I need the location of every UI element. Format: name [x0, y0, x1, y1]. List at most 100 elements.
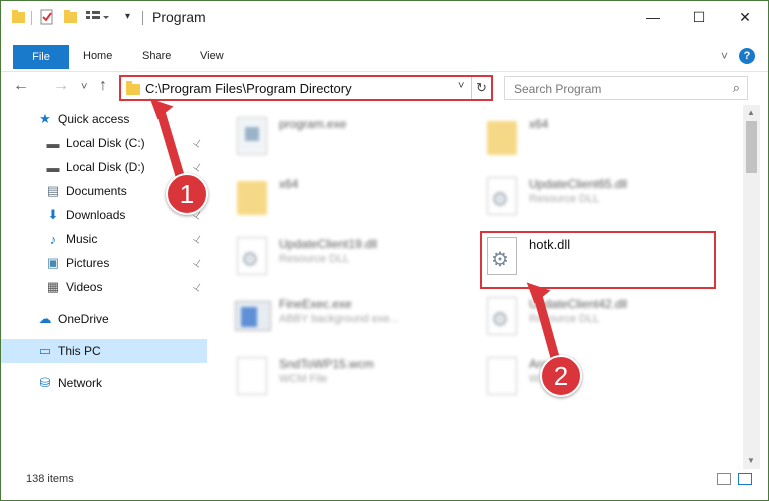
maximize-button[interactable]: ☐ [676, 1, 722, 33]
window-title: Program [152, 9, 206, 25]
search-icon[interactable]: ⌕ [733, 80, 740, 96]
large-icons-view-icon[interactable] [738, 473, 752, 485]
dll-file-icon: ⚙ [485, 177, 521, 219]
file-item[interactable]: SndToWP15.wcm WCM File [231, 353, 461, 409]
sidebar-item-label: Videos [66, 280, 103, 294]
back-button[interactable]: ← [13, 77, 29, 95]
file-name: UpdateClient42.dll [529, 297, 628, 311]
pin-icon[interactable]: ⊥ [191, 136, 204, 150]
file-item[interactable]: ⚙ UpdateClient42.dll Resource DLL [481, 293, 711, 349]
sidebar-item-label: This PC [58, 344, 101, 358]
file-item[interactable]: x64 [481, 113, 711, 169]
close-button[interactable]: ✕ [722, 1, 768, 33]
minimize-button[interactable]: — [630, 1, 676, 33]
file-name: UpdateClient19.dll [279, 237, 378, 251]
step-2-badge: 2 [540, 355, 582, 397]
details-view-icon[interactable] [717, 473, 731, 485]
address-path[interactable]: C:\Program Files\Program Directory [145, 81, 352, 96]
up-button[interactable]: ↑ [99, 77, 107, 95]
address-bar[interactable]: C:\Program Files\Program Directory ˅ ↻ [119, 75, 493, 101]
forward-button[interactable]: → [53, 77, 69, 95]
title-bar: ▾ Program — ☐ ✕ [1, 1, 768, 33]
sidebar-item[interactable]: ★ Quick access [1, 107, 207, 131]
qa-dropdown-icon[interactable]: ▾ [125, 11, 130, 27]
document-icon [235, 357, 271, 399]
properties-icon[interactable] [39, 9, 55, 25]
pin-icon[interactable]: ⊥ [191, 256, 204, 270]
videos-icon: ▦ [46, 279, 60, 294]
file-item[interactable]: Arc...ardW... [481, 353, 711, 409]
file-name: program.exe [279, 117, 347, 131]
file-item[interactable]: ⚙ UpdateClient19.dll Resource DLL [231, 233, 461, 289]
documents-icon: ▤ [46, 183, 60, 198]
exe-file-icon [235, 117, 271, 159]
file-item[interactable]: x64 [231, 173, 461, 229]
customize-qa-icon[interactable] [85, 9, 111, 25]
sidebar-item[interactable]: ♪ Music ⊥ [1, 227, 207, 251]
step-1-badge: 1 [166, 173, 208, 215]
file-type: Resource DLL [279, 253, 350, 265]
sidebar-item-label: OneDrive [58, 312, 109, 326]
title-separator [142, 11, 143, 25]
scroll-up-icon[interactable]: ▲ [747, 108, 755, 117]
new-folder-icon[interactable] [63, 9, 79, 25]
dll-file-icon: ⚙ [235, 237, 271, 279]
file-item[interactable]: FineExec.exe ABBY background exe... [231, 293, 461, 349]
status-bar: 138 items [1, 469, 768, 491]
file-name: x64 [529, 117, 549, 131]
tab-home[interactable]: Home [83, 50, 112, 62]
file-name: UpdateClient65.dll [529, 177, 628, 191]
dll-file-icon: ⚙ [485, 297, 521, 339]
folder-icon [235, 177, 271, 219]
highlight-box [480, 231, 716, 289]
file-name: SndToWP15.wcm [279, 357, 374, 371]
pin-icon[interactable]: ⊥ [191, 280, 204, 294]
download-icon: ⬇ [47, 207, 59, 222]
sidebar-item-label: Network [58, 376, 103, 390]
expand-ribbon-icon[interactable]: ˅ [721, 49, 728, 63]
recent-locations-icon[interactable]: ˅ [81, 81, 87, 93]
scrollbar-thumb[interactable] [746, 121, 757, 173]
navigation-pane: ★ Quick access ▬ Local Disk (C:) ⊥ ▬ Local Dis… [1, 105, 207, 469]
navigation-bar: ← → ˅ ↑ C:\Program Files\Program Directo… [1, 71, 768, 103]
file-item[interactable]: program.exe [231, 113, 461, 169]
folder-icon [11, 9, 27, 25]
sidebar-item[interactable]: ▬ Local Disk (C:) ⊥ [1, 131, 207, 155]
sidebar-item[interactable]: ▣ Pictures ⊥ [1, 251, 207, 275]
sidebar-item[interactable]: ☁ OneDrive [1, 307, 207, 331]
file-type: WCM File [279, 373, 328, 385]
help-icon[interactable]: ? [739, 48, 755, 64]
tab-view[interactable]: View [200, 50, 224, 62]
search-input[interactable]: Search Program [514, 82, 601, 96]
ribbon: File Home Share View ˅ ? [1, 45, 768, 69]
sidebar-item[interactable]: ⛁ Network [1, 371, 207, 395]
refresh-button[interactable]: ↻ [471, 77, 491, 99]
file-type: Resource DLL [529, 193, 600, 205]
sidebar-item[interactable]: ▦ Videos ⊥ [1, 275, 207, 299]
drive-icon: ▬ [46, 135, 60, 151]
folder-icon [126, 81, 140, 95]
sidebar-item[interactable]: ▭ This PC [1, 339, 207, 363]
cloud-icon: ☁ [38, 311, 52, 326]
file-item[interactable]: ⚙ UpdateClient65.dll Resource DLL [481, 173, 711, 229]
document-icon [485, 357, 521, 399]
file-name: x64 [279, 177, 299, 191]
tab-share[interactable]: Share [142, 50, 171, 62]
file-type: Resource DLL [529, 313, 600, 325]
address-dropdown-icon[interactable]: ˅ [458, 80, 464, 92]
scroll-down-icon[interactable]: ▼ [747, 456, 755, 465]
network-icon: ⛁ [39, 375, 51, 390]
sidebar-item-label: Local Disk (C:) [66, 136, 145, 150]
application-icon [235, 297, 271, 339]
pin-icon[interactable]: ⊥ [191, 232, 204, 246]
sidebar-item-label: Quick access [58, 112, 130, 126]
file-tab[interactable]: File [13, 45, 69, 69]
item-count: 138 items [26, 473, 74, 485]
search-box[interactable]: Search Program ⌕ [504, 76, 748, 100]
music-icon: ♪ [49, 231, 57, 247]
qa-separator [31, 11, 32, 25]
vertical-scrollbar[interactable]: ▲ ▼ [743, 105, 760, 469]
pin-icon[interactable]: ⊥ [191, 160, 204, 174]
sidebar-item-label: Documents [66, 184, 127, 198]
computer-icon: ▭ [38, 343, 52, 358]
